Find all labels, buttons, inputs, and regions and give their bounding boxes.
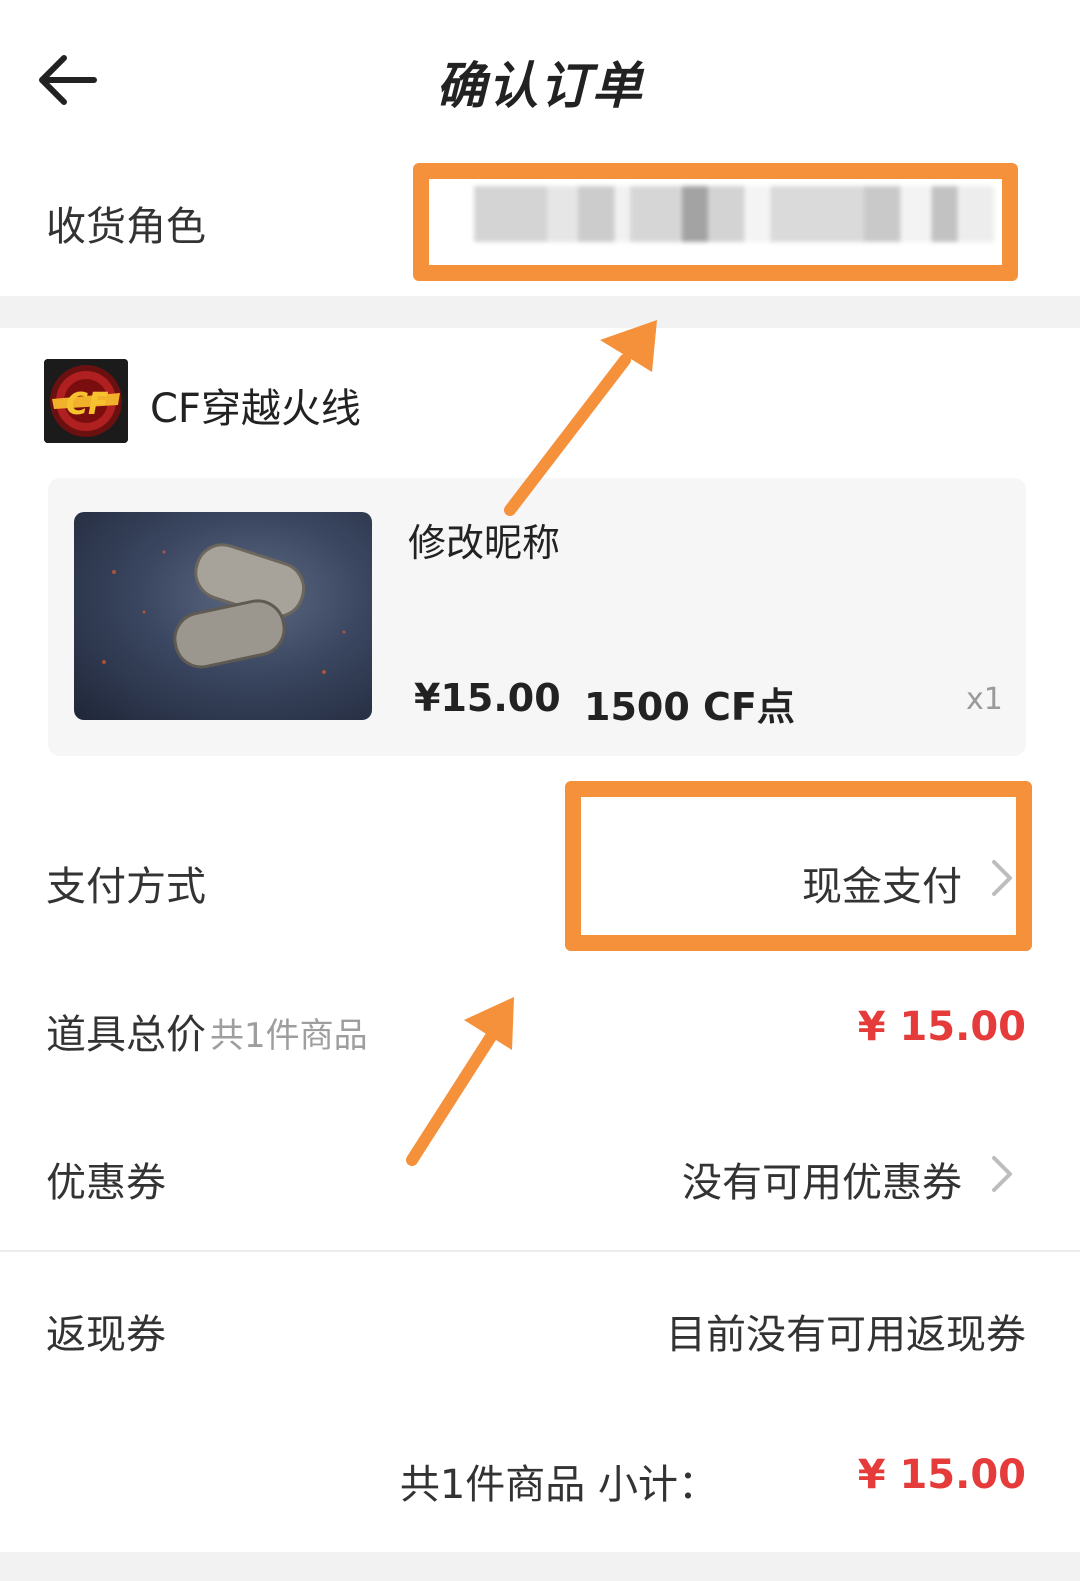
- total-label: 道具总价: [46, 1012, 206, 1058]
- cf-game-logo-icon: CF: [44, 359, 128, 443]
- cashback-value: 目前没有可用返现券: [666, 1312, 1026, 1358]
- cashback-label: 返现券: [46, 1312, 166, 1358]
- product-name: 修改昵称: [408, 521, 561, 565]
- chevron-right-icon[interactable]: [990, 1154, 1014, 1194]
- subtotal-value: ¥ 15.00: [857, 1452, 1026, 1498]
- payment-label: 支付方式: [46, 864, 206, 910]
- total-price: ¥ 15.00: [857, 1004, 1026, 1050]
- total-item-count: 共1件商品: [210, 1016, 368, 1056]
- highlight-box-receiver: [413, 163, 1018, 281]
- receiver-label: 收货角色: [46, 204, 206, 250]
- annotation-arrow-icon: [406, 997, 514, 1166]
- coupon-label: 优惠券: [46, 1160, 166, 1206]
- divider: [0, 1250, 1080, 1252]
- svg-text:CF: CF: [66, 387, 109, 422]
- page-title: 确认订单: [436, 57, 644, 115]
- product-points: 1500 CF点: [584, 685, 795, 729]
- subtotal-text: 共1件商品 小计：: [399, 1462, 718, 1508]
- product-quantity: x1: [966, 682, 1003, 717]
- section-separator: [0, 296, 1080, 328]
- game-name: CF穿越火线: [150, 386, 361, 432]
- coupon-selector[interactable]: 没有可用优惠券: [682, 1150, 962, 1208]
- product-price: ¥15.00: [414, 676, 561, 720]
- highlight-box-payment: [565, 781, 1032, 951]
- product-image: [74, 512, 372, 720]
- bottom-separator: [0, 1552, 1080, 1581]
